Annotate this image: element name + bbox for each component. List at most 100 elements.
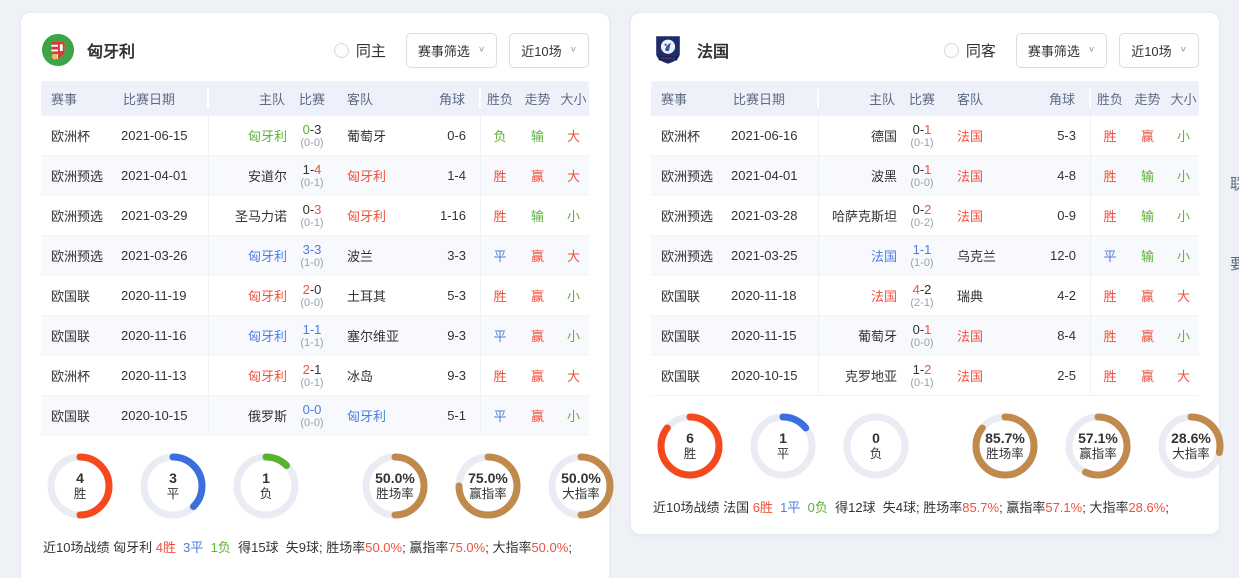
col-overunder: 大小: [556, 89, 591, 108]
col-date: 比赛日期: [121, 89, 209, 108]
score-cell: 1-2 (0-1): [897, 362, 947, 390]
competition-cell: 欧洲预选: [651, 246, 731, 265]
result-cell: 胜: [1091, 326, 1129, 345]
trend-cell: 赢: [1129, 326, 1166, 345]
away-team-cell: 法国: [947, 206, 1035, 225]
date-cell: 2021-03-25: [731, 236, 819, 275]
table-row: 欧国联 2020-11-15 葡萄牙 0-1 (0-0) 法国 8-4 胜 赢 …: [651, 316, 1199, 356]
chevron-down-icon: ∨: [570, 46, 577, 54]
away-team-cell: 冰岛: [337, 366, 425, 385]
table-row: 欧洲杯 2020-11-13 匈牙利 2-1 (0-1) 冰岛 9-3 胜 赢 …: [41, 356, 589, 396]
corners-cell: 5-3: [1035, 116, 1091, 155]
chevron-down-icon: ∨: [478, 46, 485, 54]
table-row: 欧国联 2020-10-15 克罗地亚 1-2 (0-1) 法国 2-5 胜 赢…: [651, 356, 1199, 396]
table-row: 欧洲预选 2021-03-26 匈牙利 3-3 (1-0) 波兰 3-3 平 赢…: [41, 236, 589, 276]
trend-cell: 赢: [1129, 126, 1166, 145]
corners-cell: 1-4: [425, 156, 481, 195]
svg-text:FRANCE: FRANCE: [661, 56, 676, 60]
trend-cell: 输: [1129, 246, 1166, 265]
result-cell: 平: [1091, 246, 1129, 265]
col-trend: 走势: [519, 89, 556, 108]
panel-controls: 同客 赛事筛选 ∨ 近10场 ∨: [944, 33, 1199, 68]
away-team-cell: 法国: [947, 326, 1035, 345]
trend-cell: 赢: [519, 166, 556, 185]
halftime-score: (0-0): [897, 337, 947, 350]
date-cell: 2021-06-15: [121, 116, 209, 155]
halftime-score: (0-0): [897, 177, 947, 190]
col-corners: 角球: [1035, 89, 1091, 108]
donut-value: 4: [76, 470, 84, 486]
side-tab[interactable]: 要: [1230, 256, 1239, 274]
recent-matches-select[interactable]: 近10场 ∨: [509, 33, 589, 68]
donut-label: 胜: [684, 446, 697, 462]
donut-label: 大指率: [562, 486, 600, 502]
same-away-radio[interactable]: 同客: [944, 40, 996, 61]
home-team-cell: 法国: [819, 286, 897, 305]
corners-cell: 5-1: [425, 396, 481, 435]
overunder-cell: 小: [556, 326, 591, 345]
score-cell: 0-1 (0-1): [897, 122, 947, 150]
overunder-cell: 小: [556, 406, 591, 425]
donut-value: 1: [262, 470, 270, 486]
competition-cell: 欧国联: [41, 286, 121, 305]
overunder-cell: 小: [556, 206, 591, 225]
table-row: 欧洲预选 2021-03-29 圣马力诺 0-3 (0-1) 匈牙利 1-16 …: [41, 196, 589, 236]
donut-chart: 50.0% 大指率: [546, 451, 616, 521]
score-cell: 0-1 (0-0): [897, 322, 947, 350]
donut-chart: 75.0% 赢指率: [453, 451, 523, 521]
recent-matches-select[interactable]: 近10场 ∨: [1119, 33, 1199, 68]
col-corners: 角球: [425, 89, 481, 108]
date-cell: 2020-10-15: [731, 356, 819, 395]
halftime-score: (0-1): [287, 177, 337, 190]
overunder-cell: 小: [556, 286, 591, 305]
date-cell: 2020-11-15: [731, 316, 819, 355]
overunder-cell: 小: [1166, 206, 1201, 225]
away-team-cell: 波兰: [337, 246, 425, 265]
result-cell: 胜: [481, 206, 519, 225]
france-team-logo: FRANCE: [651, 33, 685, 67]
corners-cell: 8-4: [1035, 316, 1091, 355]
same-home-radio[interactable]: 同主: [334, 40, 386, 61]
home-team-cell: 葡萄牙: [819, 326, 897, 345]
side-tab[interactable]: 联: [1230, 176, 1239, 194]
trend-cell: 输: [1129, 166, 1166, 185]
select-value: 赛事筛选: [418, 41, 470, 60]
home-team-cell: 匈牙利: [209, 246, 287, 265]
away-team-cell: 塞尔维亚: [337, 326, 425, 345]
halftime-score: (2-1): [897, 297, 947, 310]
table-row: 欧洲预选 2021-04-01 安道尔 1-4 (0-1) 匈牙利 1-4 胜 …: [41, 156, 589, 196]
halftime-score: (0-1): [897, 377, 947, 390]
date-cell: 2020-11-18: [731, 276, 819, 315]
corners-cell: 4-2: [1035, 276, 1091, 315]
col-score: 比赛: [897, 89, 947, 108]
score-cell: 1-1 (1-0): [897, 242, 947, 270]
competition-filter-select[interactable]: 赛事筛选 ∨: [1016, 33, 1107, 68]
col-away: 客队: [337, 89, 425, 108]
select-value: 近10场: [521, 41, 561, 60]
home-team-cell: 德国: [819, 126, 897, 145]
score-cell: 0-2 (0-2): [897, 202, 947, 230]
donut-value: 6: [686, 430, 694, 446]
trend-cell: 输: [519, 126, 556, 145]
overunder-cell: 小: [1166, 326, 1201, 345]
halftime-score: (0-2): [897, 217, 947, 230]
table-row: 欧洲预选 2021-03-25 法国 1-1 (1-0) 乌克兰 12-0 平 …: [651, 236, 1199, 276]
radio-label: 同客: [966, 40, 996, 61]
away-team-cell: 乌克兰: [947, 246, 1035, 265]
donut-label: 负: [260, 486, 273, 502]
panel-header: FRANCE 法国 同客 赛事筛选 ∨ 近10场 ∨: [651, 31, 1199, 69]
select-value: 近10场: [1131, 41, 1171, 60]
donut-chart: 6 胜: [655, 411, 725, 481]
record-summary: 近10场战绩 法国 6胜 1平 0负 得12球 失4球; 胜场率85.7%; 赢…: [651, 497, 1199, 516]
trend-cell: 赢: [519, 246, 556, 265]
col-score: 比赛: [287, 89, 337, 108]
overunder-cell: 小: [1166, 246, 1201, 265]
competition-cell: 欧国联: [651, 366, 731, 385]
overunder-cell: 大: [556, 126, 591, 145]
score-cell: 0-3 (0-1): [287, 202, 337, 230]
donut-label: 平: [167, 486, 180, 502]
donut-chart: 3 平: [138, 451, 208, 521]
donut-chart: 28.6% 大指率: [1156, 411, 1226, 481]
score-cell: 0-3 (0-0): [287, 122, 337, 150]
competition-filter-select[interactable]: 赛事筛选 ∨: [406, 33, 497, 68]
